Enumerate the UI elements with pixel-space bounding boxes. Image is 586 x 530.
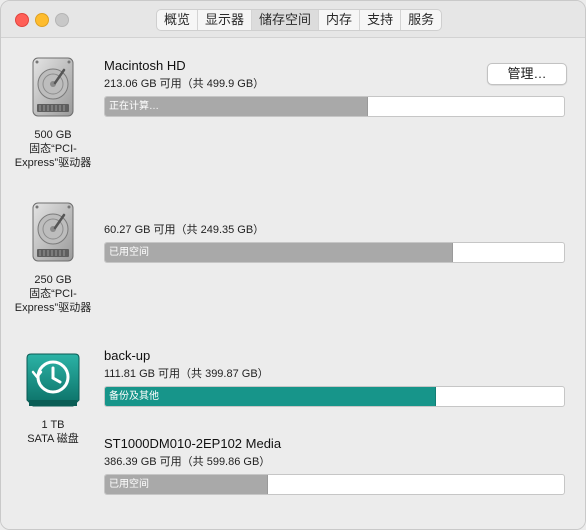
used-segment [105,243,454,262]
drive-info: 250 GB 固态“PCI- Express”驱动器 [9,201,97,315]
close-window-button[interactable] [15,13,29,27]
tab-service[interactable]: 服务 [401,10,441,30]
tab-memory[interactable]: 内存 [319,10,361,30]
internal-drive-icon [32,57,74,117]
tab-displays[interactable]: 显示器 [198,10,253,30]
storage-bar: 已用空间 [104,474,565,495]
drive-info: 500 GB 固态“PCI- Express”驱动器 [9,56,97,170]
tab-overview[interactable]: 概览 [157,10,199,30]
drive-type-line2: Express”驱动器 [14,302,92,314]
storage-panel: 500 GB 固态“PCI- Express”驱动器 Macintosh HD … [1,38,585,529]
drive-type-line1: 固态“PCI- [29,288,77,300]
zoom-window-button[interactable] [55,13,69,27]
volume: back-up 111.81 GB 可用（共 399.87 GB） 备份及其他 [104,348,565,407]
drive-capacity: 1 TB [41,419,65,431]
drive-caption: 1 TB SATA 磁盘 [9,418,97,446]
drive-caption: 250 GB 固态“PCI- Express”驱动器 [9,273,97,315]
tab-storage[interactable]: 储存空间 [252,10,320,30]
tab-support[interactable]: 支持 [360,10,402,30]
drive-type: SATA 磁盘 [27,433,79,445]
volume-available: 111.81 GB 可用（共 399.87 GB） [104,368,269,380]
volume-name: ST1000DM010-2EP102 Media [104,436,282,451]
titlebar: 概览 显示器 储存空间 内存 支持 服务 [1,1,585,38]
tab-bar: 概览 显示器 储存空间 内存 支持 服务 [156,9,443,31]
bar-label: 已用空间 [109,247,149,258]
storage-bar: 已用空间 [104,242,565,263]
drive-capacity: 250 GB [34,274,72,286]
volume-available: 386.39 GB 可用（共 599.86 GB） [104,456,271,468]
drive-type-line1: 固态“PCI- [29,143,77,155]
drive-info: 1 TB SATA 磁盘 [9,350,97,446]
drive-capacity: 500 GB [34,129,72,141]
drive-type-line2: Express”驱动器 [14,157,92,169]
drive-caption: 500 GB 固态“PCI- Express”驱动器 [9,128,97,170]
internal-drive-icon [32,202,74,262]
time-machine-drive-icon [26,353,80,407]
storage-bar: 备份及其他 [104,386,565,407]
about-this-mac-window: 概览 显示器 储存空间 内存 支持 服务 500 GB 固态“PCI- Expr… [0,0,586,530]
bar-label: 正在计算… [109,101,159,112]
volume-available: 60.27 GB 可用（共 249.35 GB） [104,224,265,236]
volume: ST1000DM010-2EP102 Media 386.39 GB 可用（共 … [104,436,565,495]
minimize-window-button[interactable] [35,13,49,27]
manage-button[interactable]: 管理… [487,63,567,85]
volume-name: back-up [104,348,151,363]
bar-label: 备份及其他 [109,391,159,402]
volume: 60.27 GB 可用（共 249.35 GB） 已用空间 [104,220,565,263]
bar-label: 已用空间 [109,479,149,490]
storage-bar: 正在计算… [104,96,565,117]
